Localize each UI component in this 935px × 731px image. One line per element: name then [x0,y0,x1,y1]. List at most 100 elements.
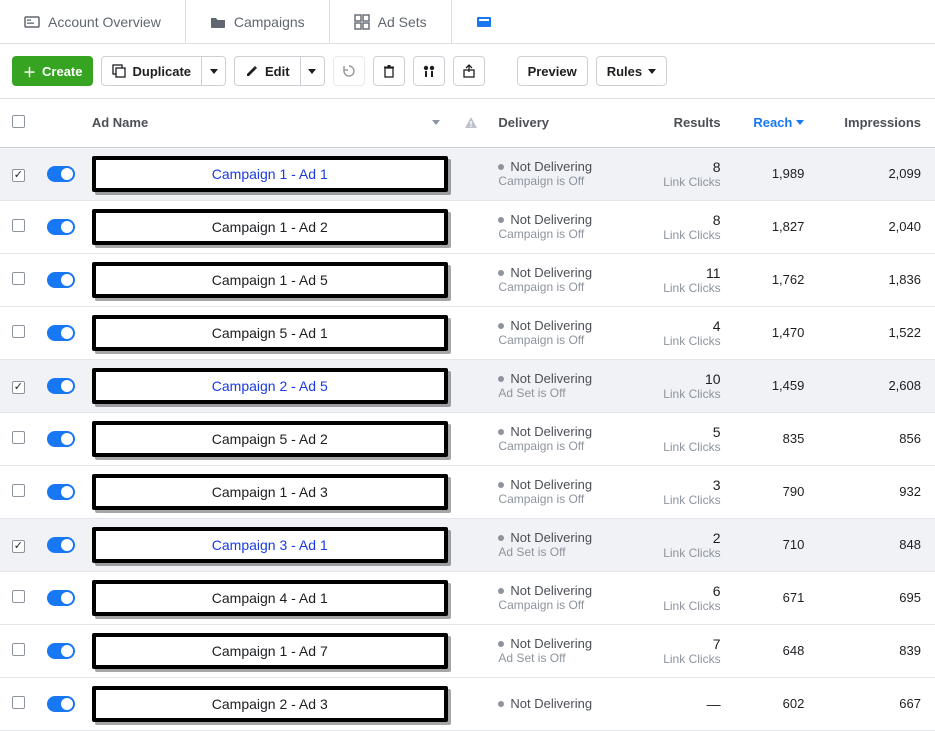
row-checkbox[interactable] [0,518,37,571]
row-toggle[interactable] [37,359,86,412]
folder-icon [210,14,226,30]
tab-account-overview[interactable]: Account Overview [0,0,186,43]
tab-ads[interactable] [452,0,516,43]
row-warning [454,200,489,253]
table-row[interactable]: Campaign 2 - Ad 5 Not DeliveringAd Set is… [0,359,935,412]
row-name-cell: Campaign 2 - Ad 3 [86,677,454,730]
sort-icon [432,120,440,125]
ad-name[interactable]: Campaign 1 - Ad 2 [92,209,448,245]
ad-name[interactable]: Campaign 4 - Ad 1 [92,580,448,616]
row-toggle[interactable] [37,571,86,624]
tab-campaigns[interactable]: Campaigns [186,0,330,43]
ad-name[interactable]: Campaign 5 - Ad 1 [92,315,448,351]
table-row[interactable]: Campaign 5 - Ad 1Not DeliveringCampaign … [0,306,935,359]
row-impressions: 1,522 [814,306,935,359]
row-warning [454,306,489,359]
row-checkbox[interactable] [0,624,37,677]
row-delivery: Not DeliveringCampaign is Off [488,465,636,518]
ad-name[interactable]: Campaign 5 - Ad 2 [92,421,448,457]
pencil-icon [245,64,259,78]
header-warning [454,99,489,147]
status-dot-icon [498,535,504,541]
duplicate-dropdown[interactable] [202,56,226,86]
beaker-icon [422,64,436,78]
row-toggle[interactable] [37,677,86,730]
row-checkbox[interactable] [0,147,37,200]
row-impressions: 695 [814,571,935,624]
table-row[interactable]: Campaign 1 - Ad 7Not DeliveringAd Set is… [0,624,935,677]
row-checkbox[interactable] [0,253,37,306]
row-impressions: 667 [814,677,935,730]
overview-icon [24,14,40,30]
rules-dropdown[interactable]: Rules [596,56,667,86]
header-results[interactable]: Results [637,99,731,147]
row-checkbox[interactable] [0,359,37,412]
row-results: 7Link Clicks [637,624,731,677]
row-toggle[interactable] [37,200,86,253]
row-checkbox[interactable] [0,306,37,359]
row-toggle[interactable] [37,253,86,306]
row-name-cell: Campaign 1 - Ad 7 [86,624,454,677]
row-checkbox[interactable] [0,571,37,624]
revert-icon [342,64,356,78]
table-row[interactable]: Campaign 3 - Ad 1Not DeliveringAd Set is… [0,518,935,571]
ad-name[interactable]: Campaign 2 - Ad 3 [92,686,448,722]
header-select-all[interactable] [0,99,37,147]
table-row[interactable]: Campaign 1 - Ad 5Not DeliveringCampaign … [0,253,935,306]
ab-test-button[interactable] [413,56,445,86]
row-toggle[interactable] [37,412,86,465]
status-dot-icon [498,217,504,223]
delete-button[interactable] [373,56,405,86]
row-toggle[interactable] [37,518,86,571]
table-row[interactable]: Campaign 4 - Ad 1Not DeliveringCampaign … [0,571,935,624]
ad-name[interactable]: Campaign 1 - Ad 7 [92,633,448,669]
header-reach[interactable]: Reach [731,99,815,147]
ad-name[interactable]: Campaign 1 - Ad 3 [92,474,448,510]
row-reach: 1,827 [731,200,815,253]
row-name-cell: Campaign 1 - Ad 1 [86,147,454,200]
table-row[interactable]: Campaign 2 - Ad 3Not Delivering—602667 [0,677,935,730]
edit-label: Edit [265,64,290,79]
preview-button[interactable]: Preview [517,56,588,86]
table-header: Ad Name Delivery Results Reach Impressio… [0,99,935,147]
trash-icon [382,64,396,78]
row-checkbox[interactable] [0,677,37,730]
sort-desc-icon [796,120,804,125]
duplicate-button[interactable]: Duplicate [101,56,202,86]
edit-dropdown[interactable] [301,56,325,86]
row-results: 11Link Clicks [637,253,731,306]
table-row[interactable]: Campaign 1 - Ad 1Not DeliveringCampaign … [0,147,935,200]
tab-adsets[interactable]: Ad Sets [330,0,452,43]
header-name[interactable]: Ad Name [86,99,454,147]
row-toggle[interactable] [37,147,86,200]
export-button[interactable] [453,56,485,86]
level-tabs: Account Overview Campaigns Ad Sets [0,0,935,44]
create-button[interactable]: ＋ Create [12,56,93,86]
row-checkbox[interactable] [0,412,37,465]
row-impressions: 856 [814,412,935,465]
row-checkbox[interactable] [0,465,37,518]
row-warning [454,677,489,730]
header-impressions[interactable]: Impressions [814,99,935,147]
header-delivery[interactable]: Delivery [488,99,636,147]
row-warning [454,624,489,677]
row-toggle[interactable] [37,465,86,518]
revert-button[interactable] [333,56,365,86]
status-dot-icon [498,164,504,170]
row-checkbox[interactable] [0,200,37,253]
ad-name[interactable]: Campaign 3 - Ad 1 [92,527,448,563]
header-name-label: Ad Name [92,115,148,130]
table-row[interactable]: Campaign 1 - Ad 2Not DeliveringCampaign … [0,200,935,253]
preview-label: Preview [528,64,577,79]
row-toggle[interactable] [37,624,86,677]
row-name-cell: Campaign 1 - Ad 5 [86,253,454,306]
ad-name[interactable]: Campaign 2 - Ad 5 [92,368,448,404]
table-row[interactable]: Campaign 1 - Ad 3 Not DeliveringCampaign … [0,465,935,518]
edit-button[interactable]: Edit [234,56,301,86]
row-delivery: Not DeliveringAd Set is Off [488,359,636,412]
ad-name[interactable]: Campaign 1 - Ad 5 [92,262,448,298]
ad-name[interactable]: Campaign 1 - Ad 1 [92,156,448,192]
table-row[interactable]: Campaign 5 - Ad 2Not DeliveringCampaign … [0,412,935,465]
row-toggle[interactable] [37,306,86,359]
row-reach: 602 [731,677,815,730]
